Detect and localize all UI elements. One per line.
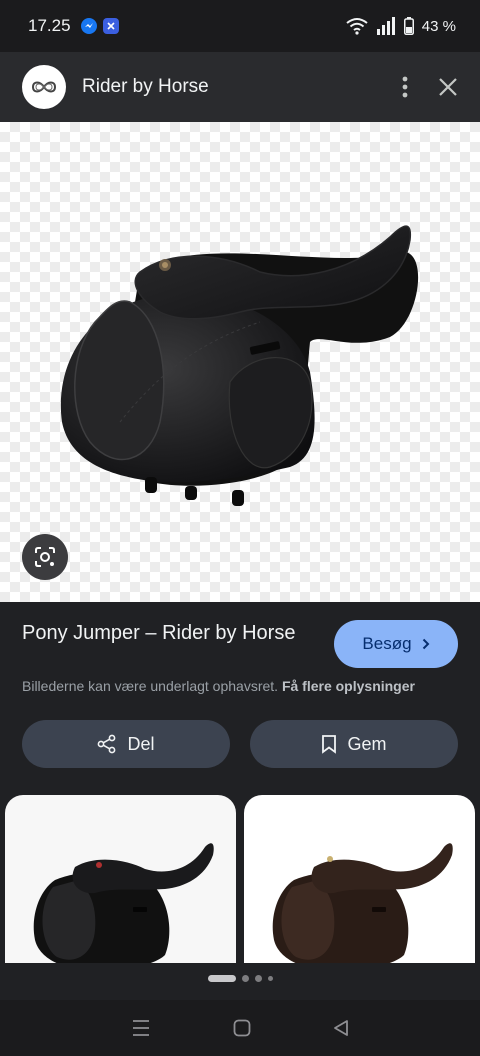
back-icon[interactable] xyxy=(333,1019,349,1037)
app-notification-icon xyxy=(102,18,119,34)
status-bar: 17.25 43 % xyxy=(0,0,480,52)
bookmark-icon xyxy=(322,735,337,754)
home-icon[interactable] xyxy=(233,1019,251,1037)
visit-label: Besøg xyxy=(362,634,412,653)
system-nav-bar xyxy=(0,1000,480,1056)
more-info-link[interactable]: Få flere oplysninger xyxy=(282,678,415,694)
save-label: Gem xyxy=(347,733,387,754)
related-image-card[interactable] xyxy=(5,795,236,963)
pager-dots xyxy=(0,975,480,982)
related-images xyxy=(5,795,475,963)
action-buttons: Del Gem xyxy=(22,720,458,768)
related-saddle-black-image xyxy=(33,843,214,963)
pager-dot xyxy=(241,975,249,982)
saddle-image xyxy=(60,225,419,506)
close-icon[interactable] xyxy=(438,77,458,97)
wifi-icon xyxy=(346,18,368,35)
google-lens-button[interactable] xyxy=(22,534,68,580)
share-icon xyxy=(98,734,116,754)
more-vert-icon[interactable] xyxy=(402,76,408,98)
pager-dot xyxy=(267,976,273,981)
visit-button[interactable]: Besøg xyxy=(334,620,458,668)
share-label: Del xyxy=(127,733,155,754)
site-name[interactable]: Rider by Horse xyxy=(82,76,209,98)
site-logo[interactable] xyxy=(22,65,66,109)
share-button[interactable]: Del xyxy=(22,720,230,768)
result-info: Pony Jumper – Rider by Horse Besøg Bille… xyxy=(0,602,480,694)
google-lens-icon xyxy=(35,547,55,567)
battery-level: 43 % xyxy=(421,17,456,35)
status-time: 17.25 xyxy=(28,16,71,35)
battery-icon xyxy=(403,17,414,35)
copyright-text: Billederne kan være underlagt ophavsret. xyxy=(22,678,279,694)
infinity-logo-icon xyxy=(31,81,57,93)
result-header: Rider by Horse xyxy=(0,52,480,122)
main-image[interactable] xyxy=(0,122,480,602)
pager-dot xyxy=(254,975,262,982)
pager-dot-active xyxy=(207,975,236,982)
recent-apps-icon[interactable] xyxy=(131,1019,151,1037)
copyright-notice: Billederne kan være underlagt ophavsret.… xyxy=(22,678,458,694)
related-image-card[interactable] xyxy=(244,795,475,963)
signal-icon xyxy=(376,17,395,35)
related-saddle-brown-image xyxy=(272,843,453,963)
messenger-icon xyxy=(80,18,97,34)
result-title[interactable]: Pony Jumper – Rider by Horse xyxy=(22,620,312,647)
save-button[interactable]: Gem xyxy=(250,720,458,768)
chevron-right-icon xyxy=(422,638,429,650)
